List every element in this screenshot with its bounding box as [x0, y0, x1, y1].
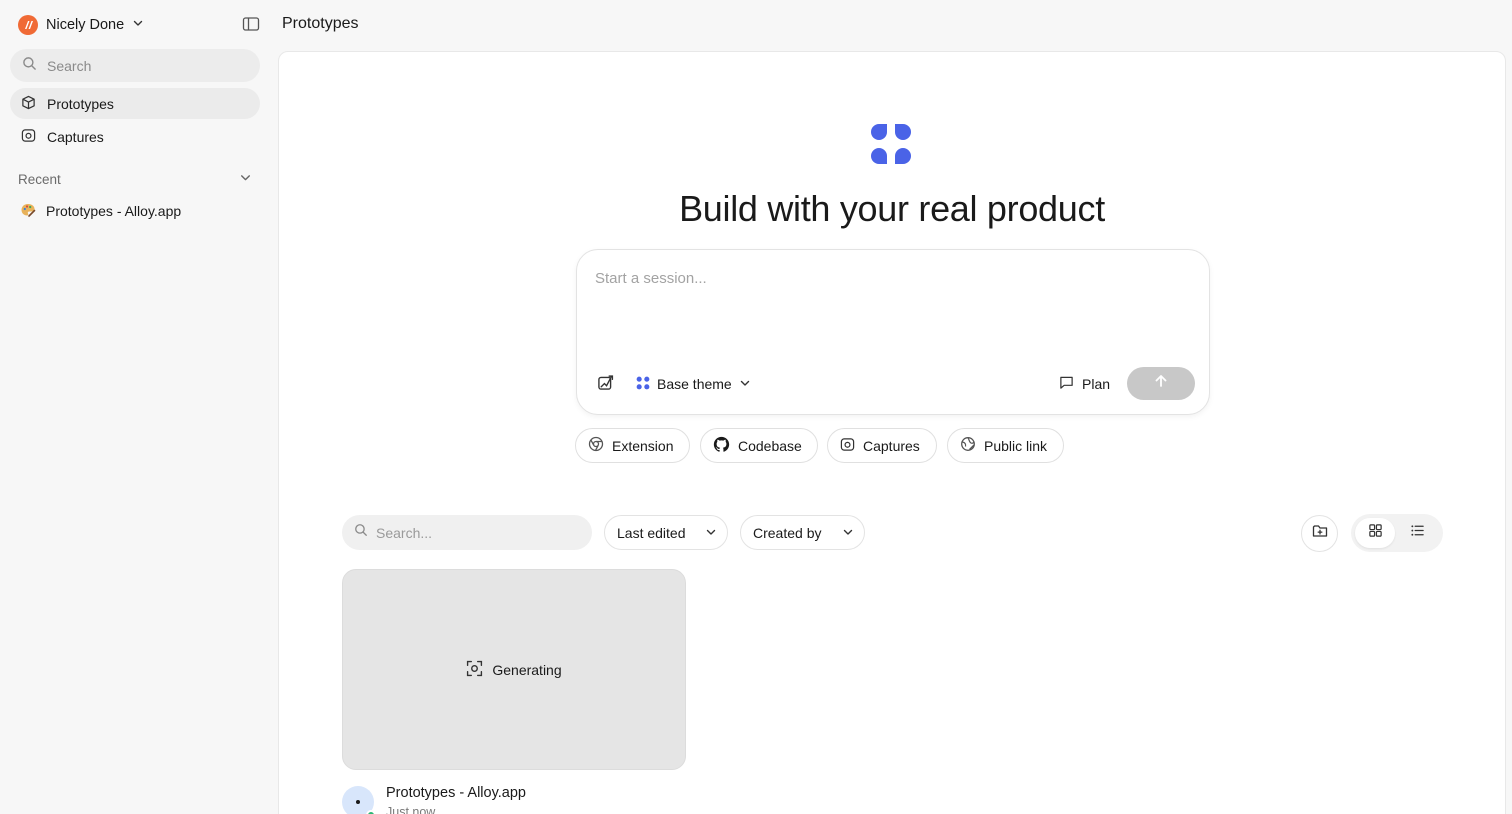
page-title: Prototypes: [282, 15, 359, 32]
chip-label: Codebase: [738, 437, 802, 454]
brand-logo-icon: [869, 122, 915, 168]
public-link-chip[interactable]: Public link: [947, 428, 1064, 463]
sort-label: Last edited: [617, 524, 686, 541]
prototype-card-timestamp: Just now: [386, 805, 436, 814]
prototype-search-input[interactable]: [376, 524, 576, 541]
view-toggle: [1351, 514, 1443, 552]
scan-icon: [466, 660, 483, 680]
chevron-down-icon: [842, 525, 854, 541]
hero-title: Build with your real product: [679, 188, 1105, 229]
recent-section-toggle[interactable]: Recent: [18, 169, 252, 189]
theme-selector[interactable]: Base theme: [636, 374, 751, 394]
chevron-down-icon: [739, 376, 751, 392]
recent-heading: Recent: [18, 171, 61, 187]
chrome-icon: [588, 436, 604, 455]
chip-label: Extension: [612, 437, 674, 454]
plan-label: Plan: [1082, 376, 1111, 392]
sidebar-item-label: Captures: [47, 128, 104, 145]
grid-view-button[interactable]: [1355, 518, 1395, 548]
chevron-down-icon: [239, 171, 252, 187]
arrow-up-icon: [1154, 374, 1168, 393]
image-edit-icon[interactable]: [597, 374, 617, 394]
session-prompt-input[interactable]: [595, 270, 1191, 350]
created-by-dropdown[interactable]: Created by: [740, 515, 865, 550]
chevron-down-icon: [132, 16, 144, 34]
sidebar-item-label: Prototypes: [47, 95, 114, 112]
palette-icon: [20, 202, 36, 221]
chevron-down-icon: [705, 525, 717, 541]
main-panel: Build with your real product Base theme …: [278, 51, 1506, 814]
camera-icon: [840, 437, 855, 455]
globe-link-icon: [960, 436, 976, 455]
avatar: [342, 786, 376, 814]
sidebar-item-captures[interactable]: Captures: [10, 121, 260, 152]
prototype-card-preview[interactable]: Generating: [342, 569, 686, 770]
new-folder-button[interactable]: [1301, 515, 1338, 552]
list-view-button[interactable]: [1397, 518, 1437, 548]
workspace-name: Nicely Done: [46, 17, 125, 33]
chip-label: Captures: [863, 437, 920, 454]
cube-icon: [21, 95, 36, 113]
generating-label: Generating: [492, 662, 562, 678]
github-icon: [713, 436, 730, 456]
search-icon: [354, 523, 368, 542]
session-composer: Base theme Plan: [576, 249, 1210, 415]
sidebar-search-input[interactable]: [47, 57, 237, 74]
recent-item[interactable]: Prototypes - Alloy.app: [20, 201, 181, 221]
grid-icon: [1368, 523, 1383, 543]
prototype-card-title[interactable]: Prototypes - Alloy.app: [386, 785, 526, 801]
sort-dropdown[interactable]: Last edited: [604, 515, 728, 550]
folder-plus-icon: [1312, 523, 1328, 544]
chip-label: Public link: [984, 437, 1048, 454]
sidebar: Nicely Done Prototypes Captures Recent: [0, 0, 278, 814]
codebase-chip[interactable]: Codebase: [700, 428, 818, 463]
search-icon: [22, 56, 37, 76]
recent-item-label: Prototypes - Alloy.app: [46, 203, 182, 219]
prototype-search[interactable]: [342, 515, 592, 550]
sidebar-toggle-icon[interactable]: [242, 15, 262, 35]
sidebar-search[interactable]: [10, 49, 260, 82]
workspace-switcher[interactable]: Nicely Done: [18, 14, 144, 36]
send-button[interactable]: [1127, 367, 1195, 400]
extension-chip[interactable]: Extension: [575, 428, 690, 463]
plan-button[interactable]: Plan: [1059, 374, 1110, 394]
sidebar-item-prototypes[interactable]: Prototypes: [10, 88, 260, 119]
generating-status: Generating: [343, 660, 685, 680]
online-indicator: [366, 810, 376, 814]
workspace-logo-icon: [18, 15, 38, 35]
theme-logo-icon: [636, 376, 650, 393]
filter-label: Created by: [753, 524, 822, 541]
captures-chip[interactable]: Captures: [827, 428, 937, 463]
chat-bubble-icon: [1059, 375, 1074, 393]
camera-icon: [21, 128, 36, 146]
list-icon: [1410, 523, 1425, 543]
theme-label: Base theme: [657, 376, 732, 392]
